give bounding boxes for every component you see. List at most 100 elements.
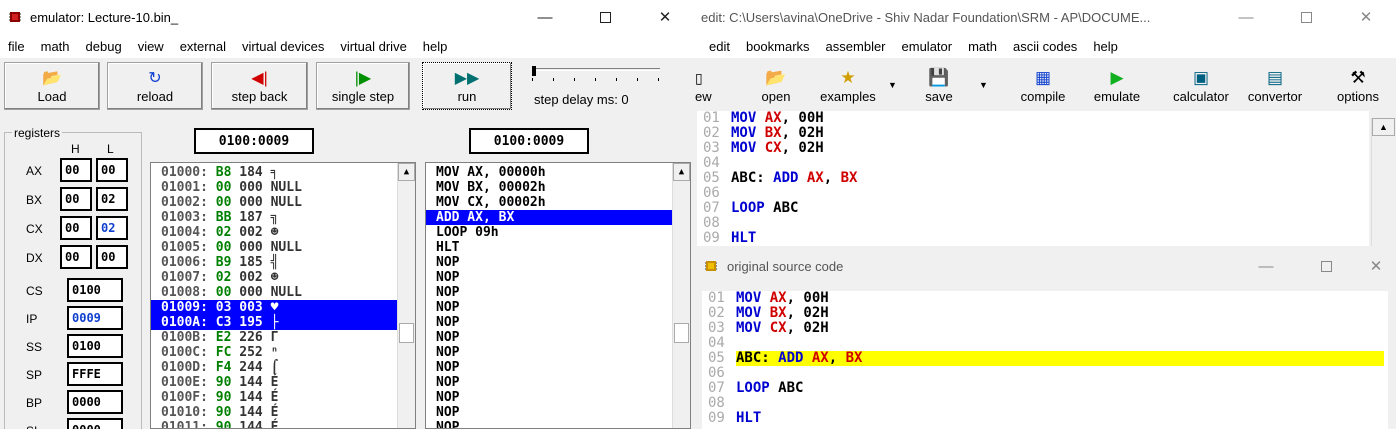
menu-item-emulator[interactable]: emulator	[894, 39, 961, 54]
calculator-button[interactable]: ▣ calculator	[1165, 62, 1237, 108]
memory-row[interactable]: 01009: 03 003 ♥	[151, 300, 415, 315]
save-button[interactable]: 💾 save	[919, 62, 959, 108]
disassembly-row[interactable]: NOP	[426, 375, 690, 390]
disassembly-row[interactable]: MOV BX, 00002h	[426, 180, 690, 195]
menu-item-debug[interactable]: debug	[78, 39, 130, 54]
register-cs-value[interactable]: 0100	[67, 278, 123, 302]
run-button[interactable]: ▶▶ run	[422, 62, 512, 110]
menu-item-help[interactable]: help	[1085, 39, 1126, 54]
code-line[interactable]: 04	[697, 156, 1369, 171]
step-delay-slider[interactable]	[530, 66, 662, 82]
register-bp-value[interactable]: 0000	[67, 390, 123, 414]
disassembly-listing[interactable]: MOV AX, 00000h MOV BX, 00002h MOV CX, 0000…	[425, 162, 691, 429]
convertor-button[interactable]: ▤ convertor	[1241, 62, 1309, 108]
code-line[interactable]: 05 ABC: ADD AX, BX	[697, 171, 1369, 186]
code-line[interactable]: 02 MOV BX, 02H	[702, 306, 1388, 321]
editor-titlebar[interactable]: edit: C:\Users\avina\OneDrive - Shiv Nad…	[695, 0, 1396, 34]
code-line[interactable]: 05 ABC: ADD AX, BX	[702, 351, 1388, 366]
memory-row[interactable]: 01010: 90 144 É	[151, 405, 415, 420]
register-ax-high[interactable]: 00	[60, 158, 92, 182]
slider-thumb[interactable]	[532, 66, 536, 76]
disassembly-row[interactable]: NOP	[426, 270, 690, 285]
disassembly-row[interactable]: HLT	[426, 240, 690, 255]
scroll-up-icon[interactable]: ▲	[398, 163, 415, 181]
disassembly-row[interactable]: MOV CX, 00002h	[426, 195, 690, 210]
memory-row[interactable]: 01004: 02 002 ☻	[151, 225, 415, 240]
code-line[interactable]: 01 MOV AX, 00H	[702, 291, 1388, 306]
code-line[interactable]: 03 MOV CX, 02H	[702, 321, 1388, 336]
close-button[interactable]: ✕	[635, 0, 695, 34]
memory-listing[interactable]: 01000: B8 184 ╕ 01001: 00 000 NULL 01002: …	[150, 162, 416, 429]
disassembly-row[interactable]: NOP	[426, 345, 690, 360]
memory-row[interactable]: 01000: B8 184 ╕	[151, 165, 415, 180]
emulator-titlebar[interactable]: emulator: Lecture-10.bin_ — ✕	[0, 0, 695, 34]
scroll-thumb[interactable]	[399, 323, 414, 343]
scroll-thumb[interactable]	[674, 323, 689, 343]
memory-row[interactable]: 01005: 00 000 NULL	[151, 240, 415, 255]
disassembly-row[interactable]: NOP	[426, 420, 690, 428]
register-bx-high[interactable]: 00	[60, 187, 92, 211]
code-line[interactable]: 08	[702, 396, 1388, 411]
memory-row[interactable]: 01002: 00 000 NULL	[151, 195, 415, 210]
disasm-address-field[interactable]: 0100:0009	[469, 128, 589, 154]
menu-item-external[interactable]: external	[172, 39, 234, 54]
memory-row[interactable]: 01007: 02 002 ☻	[151, 270, 415, 285]
disassembly-row[interactable]: NOP	[426, 330, 690, 345]
disassembly-row[interactable]: NOP	[426, 300, 690, 315]
memory-row[interactable]: 0100A: C3 195 ├	[151, 315, 415, 330]
scroll-up-icon[interactable]: ▲	[1372, 118, 1395, 136]
examples-dropdown-icon[interactable]: ▼	[888, 80, 897, 90]
disassembly-row[interactable]: MOV AX, 00000h	[426, 165, 690, 180]
code-line[interactable]: 02 MOV BX, 02H	[697, 126, 1369, 141]
menu-item-ascii-codes[interactable]: ascii codes	[1005, 39, 1085, 54]
new-button[interactable]: ▯ ew	[695, 62, 717, 108]
disassembly-row[interactable]: NOP	[426, 255, 690, 270]
disassembly-row[interactable]: NOP	[426, 315, 690, 330]
disassembly-row[interactable]: ADD AX, BX	[426, 210, 690, 225]
code-line[interactable]: 09 HLT	[702, 411, 1388, 426]
disassembly-row[interactable]: NOP	[426, 285, 690, 300]
examples-button[interactable]: ★ examples	[813, 62, 883, 108]
source-editor[interactable]: 01 MOV AX, 00H 02 MOV BX, 02H 03 MOV CX, 02H 0…	[697, 111, 1369, 246]
code-line[interactable]: 08	[697, 216, 1369, 231]
register-ss-value[interactable]: 0100	[67, 334, 123, 358]
code-line[interactable]: 03 MOV CX, 02H	[697, 141, 1369, 156]
compile-button[interactable]: ▦ compile	[1013, 62, 1073, 108]
memory-row[interactable]: 01001: 00 000 NULL	[151, 180, 415, 195]
close-button[interactable]: ✕	[1336, 0, 1396, 34]
register-cx-high[interactable]: 00	[60, 216, 92, 240]
memory-row[interactable]: 0100E: 90 144 É	[151, 375, 415, 390]
original-source-titlebar[interactable]: original source code — ✕	[695, 246, 1396, 286]
maximize-button[interactable]	[1276, 0, 1336, 34]
emulate-button[interactable]: ▶ emulate	[1086, 62, 1148, 108]
menu-item-bookmarks[interactable]: bookmarks	[738, 39, 818, 54]
register-ax-low[interactable]: 00	[96, 158, 128, 182]
register-dx-low[interactable]: 00	[96, 245, 128, 269]
disassembly-scrollbar[interactable]: ▲	[672, 163, 690, 428]
memory-row[interactable]: 01011: 90 144 É	[151, 420, 415, 428]
maximize-button[interactable]	[575, 0, 635, 34]
menu-item-virtual-drive[interactable]: virtual drive	[332, 39, 414, 54]
code-line[interactable]: 04	[702, 336, 1388, 351]
register-bx-low[interactable]: 02	[96, 187, 128, 211]
scroll-up-icon[interactable]: ▲	[673, 163, 690, 181]
disassembly-row[interactable]: NOP	[426, 360, 690, 375]
disassembly-row[interactable]: NOP	[426, 405, 690, 420]
memory-row[interactable]: 0100C: FC 252 ⁿ	[151, 345, 415, 360]
code-line[interactable]: 07 LOOP ABC	[697, 201, 1369, 216]
code-line[interactable]: 06	[702, 366, 1388, 381]
load-button[interactable]: 📂 Load	[4, 62, 100, 110]
memory-scrollbar[interactable]: ▲	[397, 163, 415, 428]
register-sp-value[interactable]: FFFE	[67, 362, 123, 386]
register-dx-high[interactable]: 00	[60, 245, 92, 269]
minimize-button[interactable]: —	[1216, 0, 1276, 34]
minimize-button[interactable]: —	[1236, 249, 1296, 283]
code-line[interactable]: 06	[697, 186, 1369, 201]
reload-button[interactable]: ↻ reload	[107, 62, 203, 110]
open-button[interactable]: 📂 open	[751, 62, 801, 108]
disassembly-row[interactable]: LOOP 09h	[426, 225, 690, 240]
menu-item-view[interactable]: view	[130, 39, 172, 54]
disassembly-row[interactable]: NOP	[426, 390, 690, 405]
close-button[interactable]: ✕	[1356, 249, 1396, 283]
maximize-button[interactable]	[1296, 249, 1356, 283]
